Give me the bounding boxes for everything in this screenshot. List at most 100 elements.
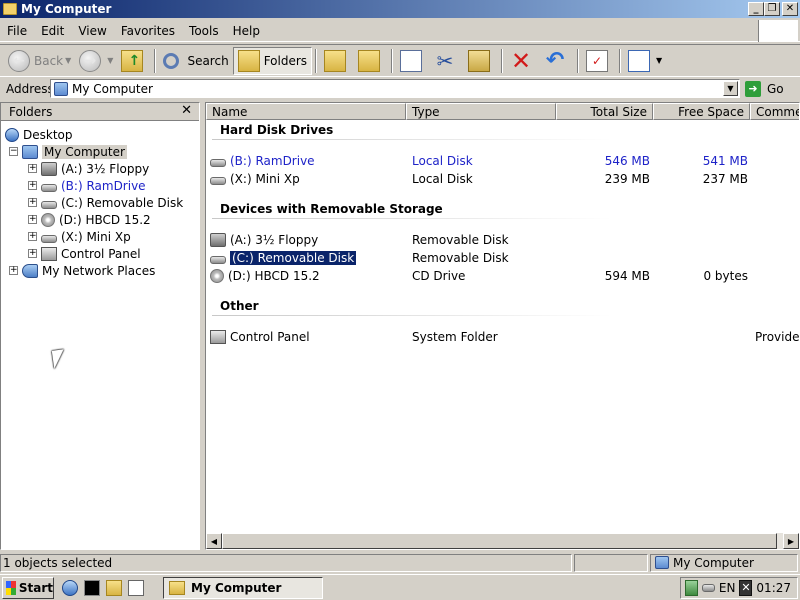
close-pane-icon[interactable]: ✕ [181, 103, 192, 118]
tree-item-mini-xp[interactable]: + (X:) Mini Xp [28, 228, 131, 245]
menu-file[interactable]: File [0, 24, 34, 38]
back-arrow-icon: ← [8, 49, 30, 72]
expand-icon[interactable]: + [28, 164, 37, 173]
status-zone: My Computer [650, 553, 798, 572]
language-indicator[interactable]: EN [719, 581, 736, 595]
folders-title: Folders [9, 104, 53, 119]
tree-item-desktop[interactable]: Desktop [5, 126, 73, 143]
column-header-total-size[interactable]: Total Size [556, 103, 653, 120]
close-button[interactable]: ✕ [782, 2, 798, 16]
list-item[interactable]: (A:) 3½ Floppy Removable Disk [210, 231, 799, 248]
collapse-icon[interactable]: − [9, 147, 18, 156]
start-button[interactable]: Start [2, 576, 54, 599]
window-title: My Computer [21, 2, 112, 16]
menu-view[interactable]: View [71, 24, 113, 38]
tree-item-control-panel[interactable]: + Control Panel [28, 245, 141, 262]
scroll-thumb[interactable] [222, 533, 777, 549]
column-header-name[interactable]: Name [206, 103, 406, 120]
type-cell: Local Disk [412, 153, 473, 168]
maximize-button[interactable]: ❐ [764, 2, 780, 16]
throbber-box [758, 20, 798, 42]
removable-drive-tray-icon[interactable] [701, 584, 715, 592]
expand-icon[interactable]: + [28, 215, 37, 224]
properties-button[interactable]: ✓ [582, 47, 616, 75]
undo-button[interactable]: ↶ [540, 47, 574, 75]
tree-item-ramdrive[interactable]: + (B:) RamDrive [28, 177, 146, 194]
column-header-free-space[interactable]: Free Space [653, 103, 750, 120]
copy-button[interactable] [396, 47, 430, 75]
list-item[interactable]: (D:) HBCD 15.2 CD Drive 594 MB 0 bytes [210, 267, 799, 284]
paste-icon [468, 49, 491, 72]
copy-to-button[interactable] [354, 47, 388, 75]
taskbar-window-label: My Computer [191, 581, 282, 595]
network-tray-icon[interactable] [685, 580, 698, 596]
up-button[interactable]: ↑ [117, 47, 151, 75]
list-item[interactable]: (X:) Mini Xp Local Disk 239 MB 237 MB [210, 170, 799, 187]
views-dropdown-icon[interactable]: ▼ [656, 56, 662, 65]
menu-help[interactable]: Help [226, 24, 267, 38]
go-button[interactable]: ➜ Go [745, 79, 784, 98]
expand-icon[interactable]: + [28, 232, 37, 241]
cut-button[interactable]: ✂ [430, 47, 464, 75]
desktop-icon [5, 127, 19, 142]
computer-icon [54, 81, 68, 96]
expand-icon[interactable]: + [28, 181, 37, 190]
explorer-icon[interactable] [106, 579, 122, 596]
scroll-right-button[interactable]: ▶ [783, 533, 799, 549]
horizontal-scrollbar[interactable]: ◀ ▶ [206, 533, 799, 549]
minimize-button[interactable]: _ [748, 2, 764, 16]
tray-tool-icon[interactable]: ✕ [739, 580, 753, 596]
tree-item-floppy[interactable]: + (A:) 3½ Floppy [28, 160, 149, 177]
group-divider [212, 218, 612, 219]
forward-dropdown-icon[interactable]: ▼ [107, 56, 113, 65]
show-desktop-icon[interactable] [128, 579, 144, 596]
delete-x-icon: ✕ [510, 46, 532, 75]
system-tray: EN ✕ 01:27 [680, 577, 798, 599]
menu-edit[interactable]: Edit [34, 24, 71, 38]
expand-icon[interactable]: + [28, 198, 37, 207]
drive-icon [210, 255, 226, 264]
free-space-cell: 0 bytes [703, 268, 748, 283]
column-header-type[interactable]: Type [406, 103, 556, 120]
status-bar: 1 objects selected My Computer [0, 553, 800, 572]
list-item-selected[interactable]: (C:) Removable Disk Removable Disk [210, 249, 799, 266]
list-item[interactable]: (B:) RamDrive Local Disk 546 MB 541 MB [210, 152, 799, 169]
mouse-cursor-icon [51, 349, 67, 369]
total-size-cell: 546 MB [604, 153, 650, 168]
forward-button[interactable]: → ▼ [75, 47, 117, 75]
item-name: (D:) HBCD 15.2 [228, 268, 320, 283]
list-item[interactable]: Control Panel System Folder Provides [210, 328, 799, 345]
folders-icon [237, 49, 260, 72]
command-prompt-icon[interactable] [84, 579, 100, 596]
column-header-comment[interactable]: Comment [750, 103, 799, 120]
back-button[interactable]: ← Back ▼ [4, 47, 75, 75]
go-arrow-icon: ➜ [745, 80, 761, 97]
name-cell: (D:) HBCD 15.2 [210, 267, 320, 284]
paste-button[interactable] [464, 47, 498, 75]
menu-tools[interactable]: Tools [182, 24, 226, 38]
menu-favorites[interactable]: Favorites [114, 24, 182, 38]
tree-item-removable-disk[interactable]: + (C:) Removable Disk [28, 194, 183, 211]
search-button[interactable]: Search [159, 47, 232, 75]
taskbar-window-button[interactable]: My Computer [163, 577, 323, 599]
control-panel-icon [210, 329, 226, 344]
address-dropdown-button[interactable]: ▼ [723, 81, 738, 96]
tree-item-my-computer[interactable]: − My Computer [9, 143, 127, 160]
tree-label: (C:) Removable Disk [61, 195, 184, 210]
network-icon [22, 263, 38, 278]
back-dropdown-icon[interactable]: ▼ [65, 56, 71, 65]
views-icon [628, 49, 651, 72]
type-cell: Removable Disk [412, 232, 509, 247]
tree-item-hbcd[interactable]: + (D:) HBCD 15.2 [28, 211, 151, 228]
scroll-left-button[interactable]: ◀ [206, 533, 222, 549]
move-to-button[interactable] [320, 47, 354, 75]
expand-icon[interactable]: + [9, 266, 18, 275]
internet-explorer-icon[interactable] [62, 579, 78, 596]
folders-button[interactable]: Folders [232, 46, 313, 75]
delete-button[interactable]: ✕ [506, 47, 540, 75]
views-button[interactable]: ▼ [624, 47, 666, 75]
properties-icon: ✓ [586, 49, 609, 72]
address-input[interactable]: My Computer ▼ [50, 79, 740, 98]
expand-icon[interactable]: + [28, 249, 37, 258]
tree-item-network-places[interactable]: + My Network Places [9, 262, 155, 279]
